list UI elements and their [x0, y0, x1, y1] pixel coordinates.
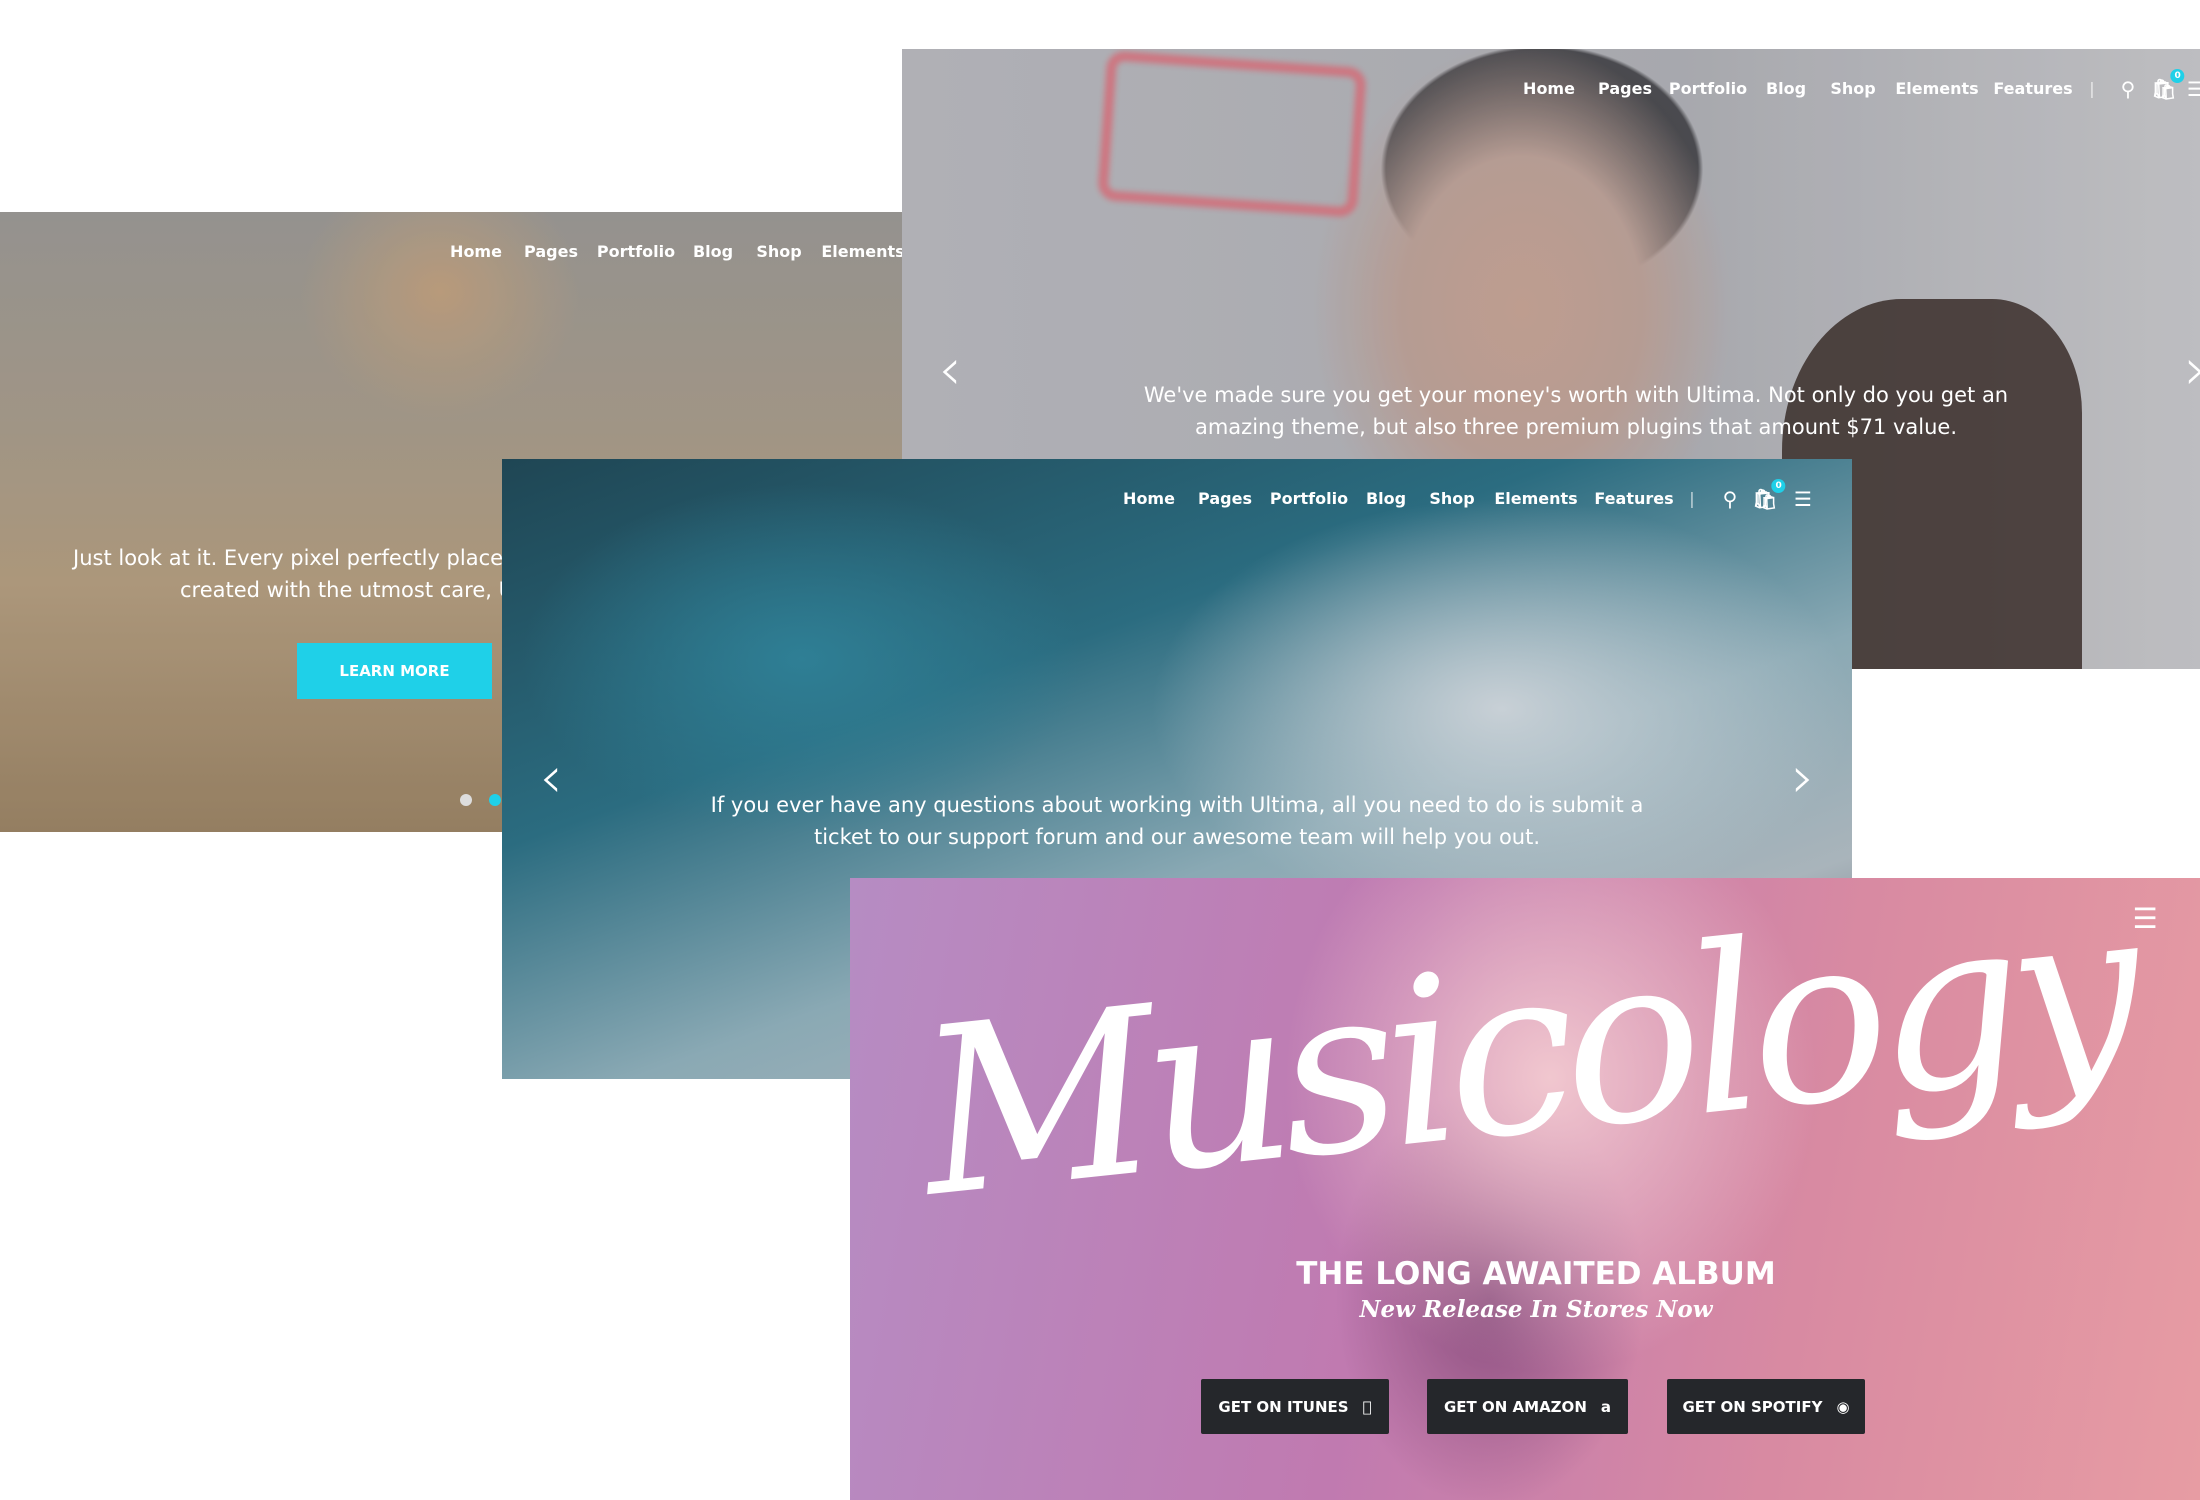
cart-icon[interactable]: 🛍 0 — [1752, 479, 1786, 511]
nav-blog[interactable]: Blog — [693, 242, 733, 261]
slide-caption: If you ever have any questions about wor… — [711, 789, 1644, 853]
nav-portfolio[interactable]: Portfolio — [1669, 79, 1747, 98]
menu-icon[interactable]: ☰ — [1794, 487, 1812, 511]
nav-pages[interactable]: Pages — [1598, 79, 1652, 98]
caption-line: Just look at it. Every pixel perfectly p… — [73, 546, 556, 570]
button-label: GET ON SPOTIFY — [1682, 1397, 1823, 1416]
search-icon[interactable]: ⚲ — [2121, 77, 2136, 101]
cart-badge: 0 — [1771, 479, 1786, 493]
caption-line: If you ever have any questions about wor… — [710, 793, 1644, 817]
nav-portfolio[interactable]: Portfolio — [1270, 489, 1348, 508]
nav-home[interactable]: Home — [1523, 79, 1575, 98]
nav-shop[interactable]: Shop — [1830, 79, 1875, 98]
itunes-button[interactable]: GET ON ITUNES  — [1201, 1379, 1389, 1434]
nav-elements[interactable]: Elements — [821, 242, 902, 261]
musicology-logo: Musicology — [908, 878, 2142, 1249]
ice-nav: Home Pages Portfolio Blog Shop Elements … — [502, 479, 1852, 511]
next-arrow-icon[interactable]: › — [2184, 340, 2200, 398]
nav-features[interactable]: Features — [1993, 79, 2072, 98]
button-label: GET ON AMAZON — [1444, 1397, 1587, 1416]
cart-icon[interactable]: 🛍 0 — [2151, 69, 2185, 101]
slider-dot-active[interactable] — [489, 794, 501, 806]
nav-elements[interactable]: Elements — [1494, 489, 1577, 508]
amazon-icon: a — [1600, 1397, 1611, 1416]
cart-badge: 0 — [2170, 69, 2185, 83]
nav-home[interactable]: Home — [1123, 489, 1175, 508]
menu-icon[interactable]: ☰ — [2187, 77, 2200, 101]
nav-features[interactable]: Features — [1594, 489, 1673, 508]
album-subheadline: New Release In Stores Now — [1359, 1296, 1713, 1323]
prev-arrow-icon[interactable]: ‹ — [938, 340, 961, 398]
learn-more-button[interactable]: LEARN MORE — [297, 643, 492, 699]
nav-shop[interactable]: Shop — [1429, 489, 1474, 508]
nav-shop[interactable]: Shop — [756, 242, 801, 261]
nav-blog[interactable]: Blog — [1766, 79, 1806, 98]
music-slide-preview: ☰ Musicology THE LONG AWAITED ALBUM New … — [850, 878, 2200, 1500]
caption-line: amazing theme, but also three premium pl… — [1194, 415, 1958, 439]
slide-caption: We've made sure you get your money's wor… — [1144, 379, 2008, 443]
slide-caption: Just look at it. Every pixel perfectly p… — [73, 542, 555, 606]
next-arrow-icon[interactable]: › — [1791, 748, 1814, 806]
caption-line: ticket to our support forum and our awes… — [813, 825, 1541, 849]
slider-dot[interactable] — [460, 794, 472, 806]
nav-blog[interactable]: Blog — [1366, 489, 1406, 508]
apple-icon:  — [1363, 1398, 1372, 1416]
nav-elements[interactable]: Elements — [1895, 79, 1978, 98]
caption-line: created with the utmost care, Ulti — [180, 578, 534, 602]
amazon-button[interactable]: GET ON AMAZON a — [1427, 1379, 1628, 1434]
button-label: GET ON ITUNES — [1218, 1397, 1349, 1416]
top-nav: Home Pages Portfolio Blog Shop Elements … — [902, 69, 2200, 101]
caption-line: We've made sure you get your money's wor… — [1143, 383, 2009, 407]
spotify-icon: ◉ — [1836, 1397, 1850, 1416]
beach-nav: Home Pages Portfolio Blog Shop Elements — [0, 242, 902, 264]
spotify-button[interactable]: GET ON SPOTIFY ◉ — [1667, 1379, 1865, 1434]
search-icon[interactable]: ⚲ — [1723, 487, 1738, 511]
nav-home[interactable]: Home — [450, 242, 502, 261]
nav-portfolio[interactable]: Portfolio — [597, 242, 675, 261]
nav-divider: | — [1689, 489, 1695, 508]
nav-pages[interactable]: Pages — [524, 242, 578, 261]
nav-pages[interactable]: Pages — [1198, 489, 1252, 508]
nav-divider: | — [2089, 79, 2095, 98]
prev-arrow-icon[interactable]: ‹ — [539, 748, 562, 806]
album-headline: THE LONG AWAITED ALBUM — [1296, 1256, 1776, 1292]
